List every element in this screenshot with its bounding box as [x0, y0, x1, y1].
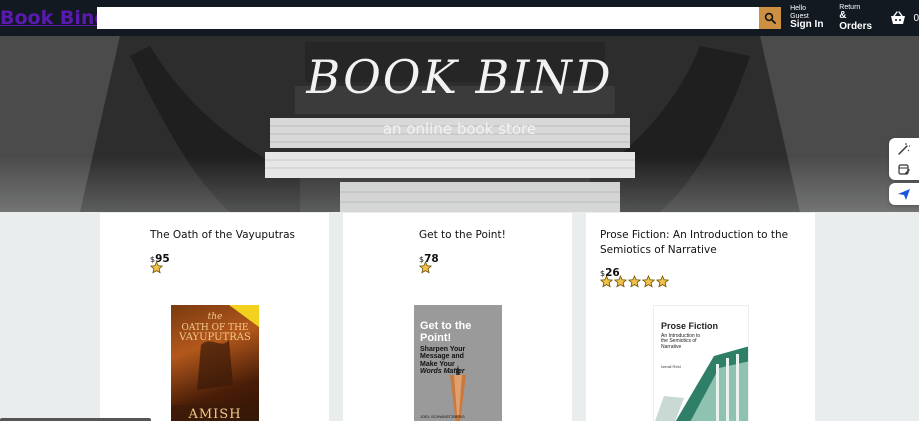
top-navigation-bar: Book Bind Hello Guest Sign In Return & O… [0, 0, 919, 36]
cover-author: AMISH [188, 407, 242, 421]
calendar-edit-icon[interactable] [897, 162, 911, 176]
star-icon [628, 275, 641, 288]
cover-line: Words Matter [420, 368, 465, 376]
cover-line: Narrative [661, 343, 682, 350]
search-button[interactable] [759, 7, 782, 29]
hero-banner: BOOK BIND an online book store [0, 36, 919, 212]
side-tool-group-send [889, 183, 919, 205]
send-icon[interactable] [897, 187, 911, 201]
star-icon [642, 275, 655, 288]
search-input[interactable] [97, 7, 760, 29]
star-icon [150, 261, 163, 274]
book-cover-image[interactable]: the OATH OF THE VAYUPUTRAS AMISH [171, 305, 259, 421]
cover-line: Get to the Point! [420, 320, 472, 344]
search-bar [97, 7, 782, 29]
sign-in-label: Sign In [790, 19, 824, 31]
cover-text: Get to the Point! Sharpen Your Message a… [420, 320, 500, 376]
star-icon [614, 275, 627, 288]
orders-label: & Orders [839, 10, 873, 32]
side-tool-group [889, 138, 919, 180]
cover-line: Make Your [420, 360, 455, 368]
cover-line: Message and [420, 353, 464, 361]
product-rating [150, 261, 163, 274]
sign-in-option[interactable]: Hello Guest Sign In [790, 5, 825, 30]
cover-line: Prose Fiction [661, 321, 719, 331]
product-rating [419, 261, 432, 274]
basket-icon [891, 11, 906, 24]
cover-text: the OATH OF THE VAYUPUTRAS [171, 313, 259, 343]
banner-subtitle: an online book store [382, 120, 537, 138]
basket-count: 0 [913, 12, 919, 24]
banner-title: BOOK BIND [306, 50, 613, 104]
basket-button[interactable]: 0 [890, 11, 919, 25]
cover-author: Ismail Reid [661, 364, 681, 369]
floating-side-toolbar [889, 138, 919, 205]
product-title[interactable]: Prose Fiction: An Introduction to the Se… [600, 228, 800, 258]
star-icon [600, 275, 613, 288]
product-card[interactable]: Get to the Point! $78 Get to the Point! … [343, 213, 572, 421]
product-card[interactable]: The Oath of the Vayuputras $95 the OATH … [100, 213, 329, 421]
product-rating [600, 275, 669, 288]
product-card[interactable]: Prose Fiction: An Introduction to the Se… [586, 213, 815, 421]
book-cover-image[interactable]: Prose Fiction An Introduction to the Sem… [653, 305, 749, 421]
greeting-label: Hello Guest [790, 5, 809, 20]
star-icon [419, 261, 432, 274]
magic-wand-icon[interactable] [897, 142, 911, 156]
cover-line: the [207, 312, 223, 322]
product-title[interactable]: Get to the Point! [419, 228, 589, 243]
returns-orders-option[interactable]: Return & Orders [839, 4, 880, 32]
search-icon [764, 12, 777, 24]
cover-line: Sharpen Your [420, 346, 466, 354]
product-title[interactable]: The Oath of the Vayuputras [150, 228, 320, 243]
cover-line: VAYUPUTRAS [179, 332, 251, 343]
book-cover-image[interactable]: Get to the Point! Sharpen Your Message a… [414, 305, 502, 421]
site-logo-link[interactable]: Book Bind [0, 0, 97, 36]
cover-author: JOEL SCHWARTZBERG [420, 414, 465, 419]
cover-text: Prose Fiction An Introduction to the Sem… [661, 321, 741, 350]
star-icon [656, 275, 669, 288]
